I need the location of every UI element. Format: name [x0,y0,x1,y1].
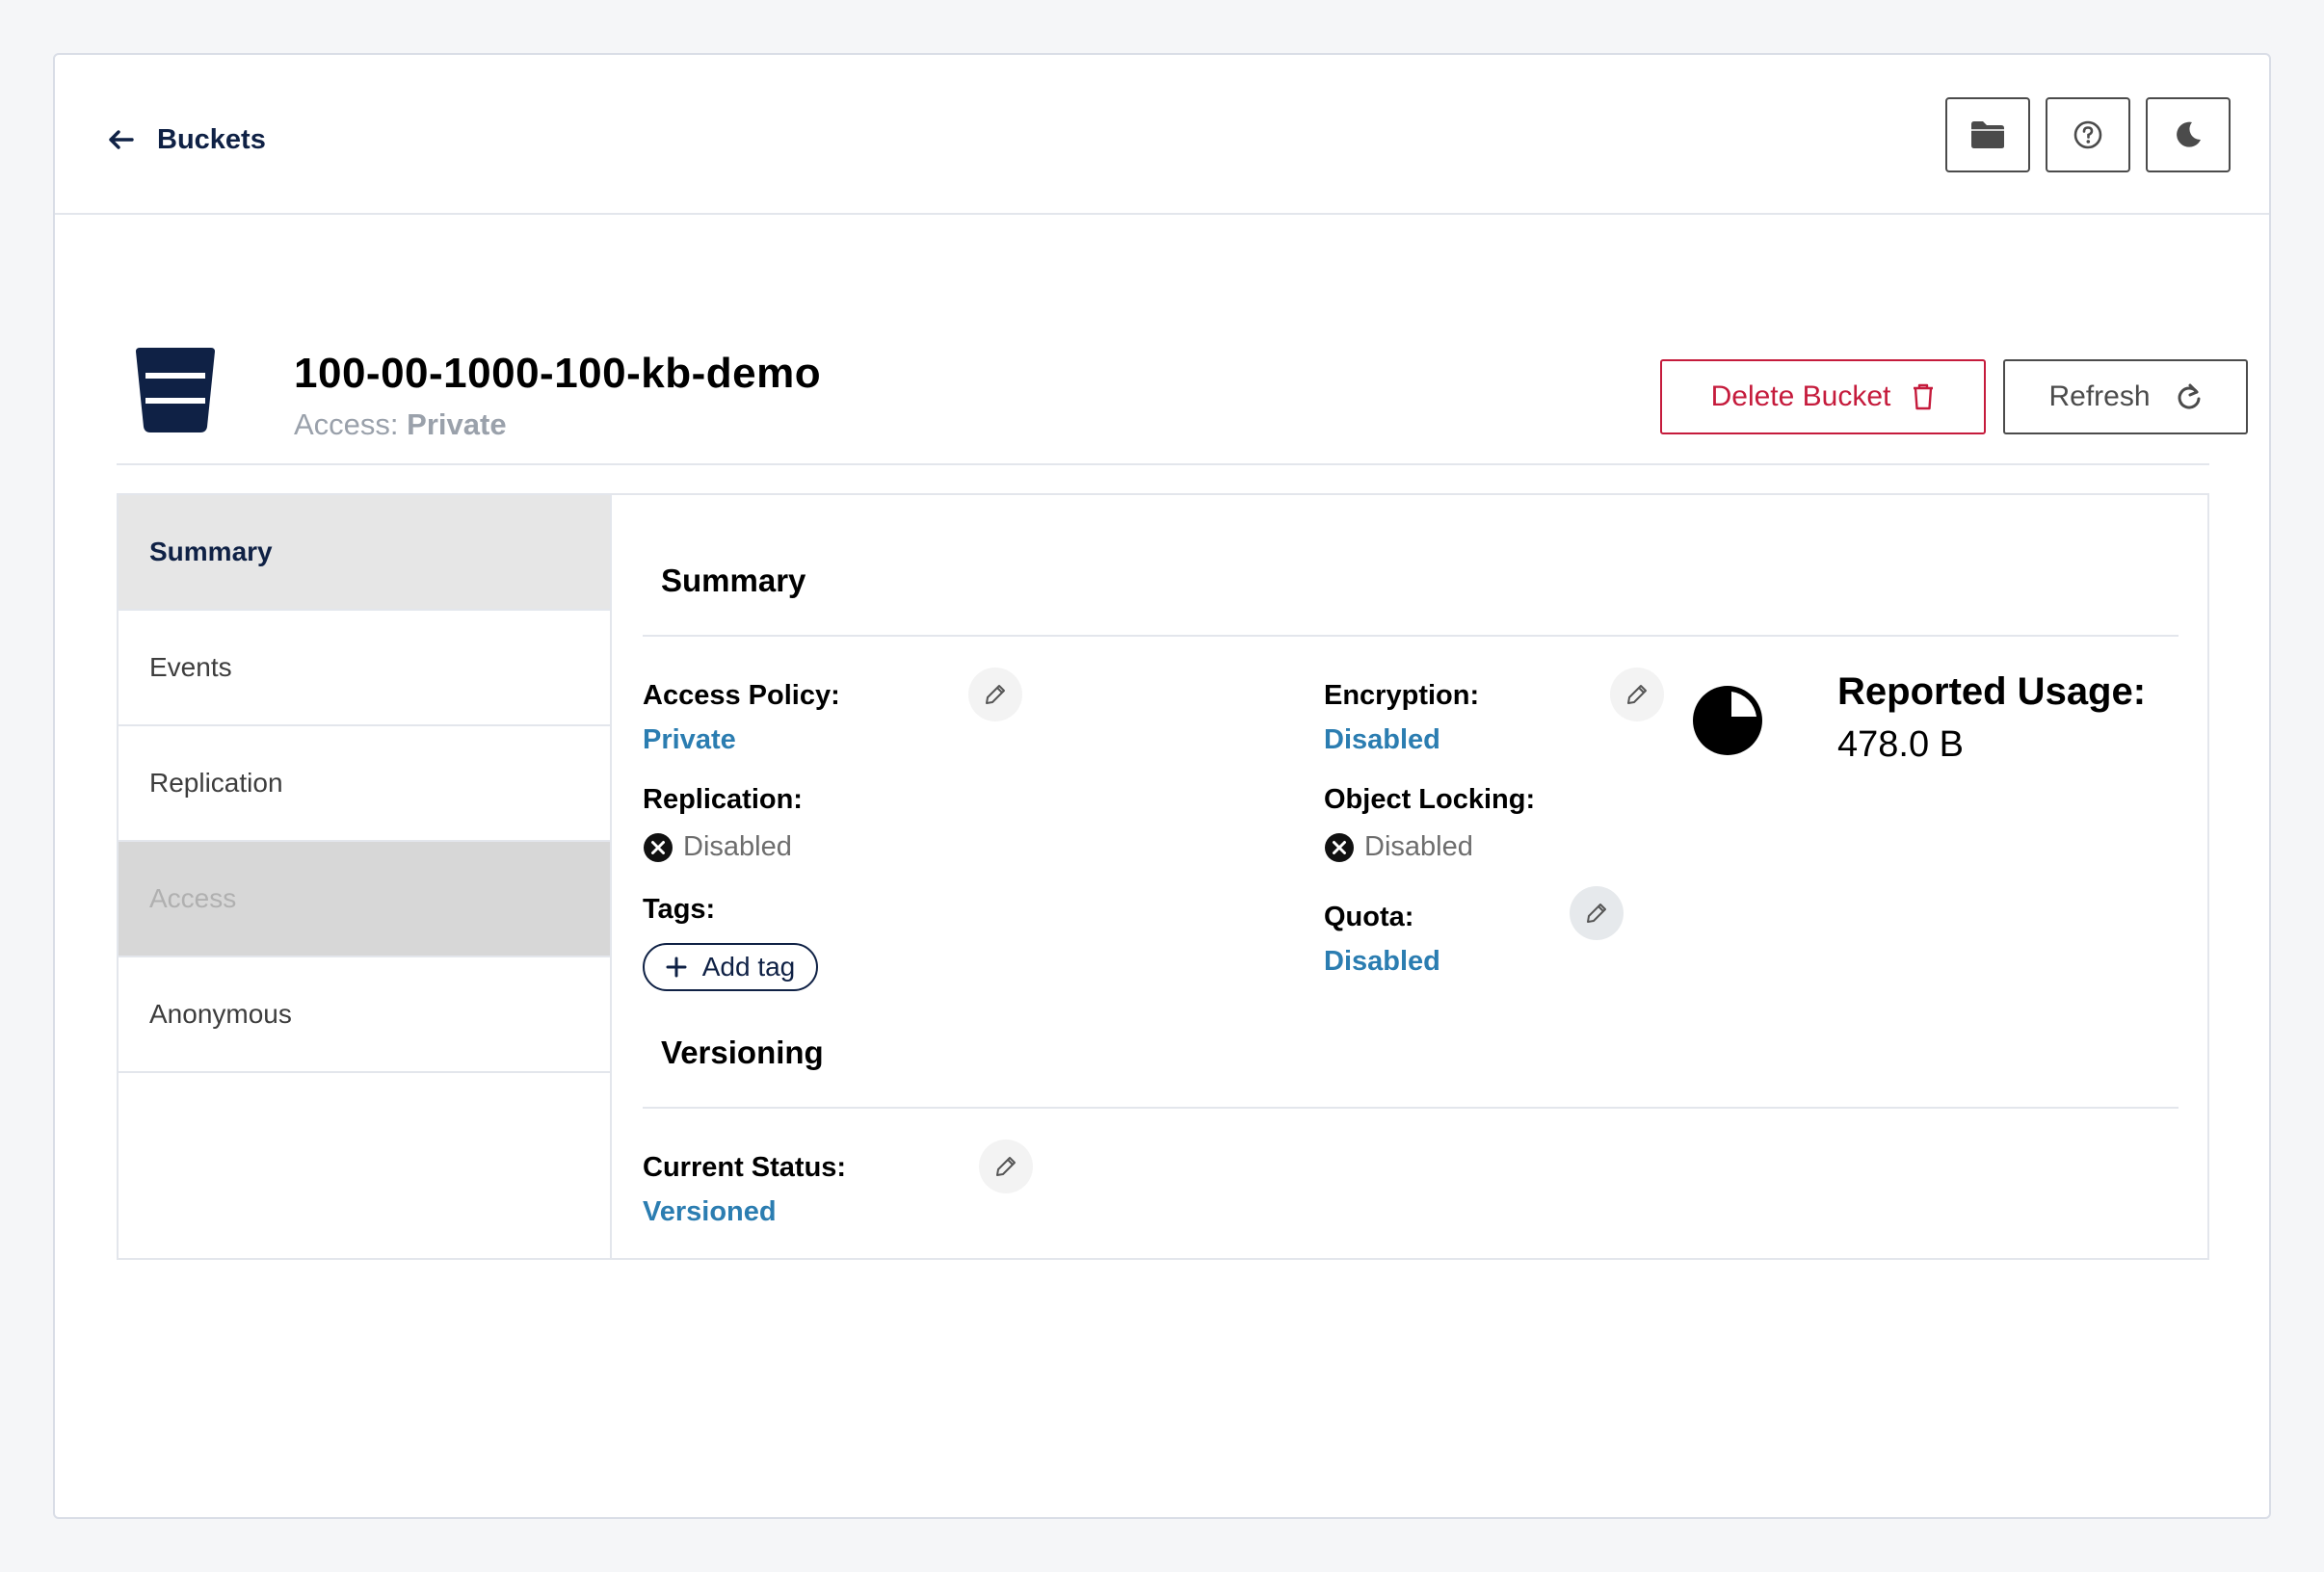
versioning-title: Versioning [661,1035,824,1070]
usage-pie-icon [1693,686,1762,755]
delete-bucket-label: Delete Bucket [1710,380,1891,412]
reported-usage-value: 478.0 B [1837,724,1964,765]
replication-status: Disabled [643,831,792,863]
arrow-left-icon [109,130,134,149]
help-button[interactable] [2046,97,2130,172]
back-to-buckets-link[interactable]: Buckets [109,118,266,161]
trash-icon [1914,383,1934,410]
bucket-details-card: Buckets 100-00-1000-100-kb-demo Access: … [53,53,2271,1519]
bucket-header: 100-00-1000-100-kb-demo Access: Private … [117,286,2248,465]
summary-divider [643,635,2179,637]
access-prefix: Access: [294,407,399,441]
refresh-label: Refresh [2048,380,2151,412]
versioning-divider [643,1107,2179,1109]
pencil-icon [1587,904,1606,923]
sidebar-item-summary[interactable]: Summary [119,495,610,611]
back-label: Buckets [157,123,266,155]
sidebar-item-anonymous[interactable]: Anonymous [119,957,610,1073]
bucket-icon [136,348,215,432]
summary-content: Summary Access Policy: Private Replicati… [612,495,2207,1258]
reported-usage-label: Reported Usage: [1837,670,2147,713]
current-status-label: Current Status: [643,1152,847,1183]
quota-value[interactable]: Disabled [1324,946,1440,978]
replication-label: Replication: [643,784,803,815]
tags-label: Tags: [643,894,716,925]
encryption-label: Encryption: [1324,680,1480,711]
replication-value: Disabled [683,831,792,862]
object-locking-status: Disabled [1324,831,1473,863]
add-tag-button[interactable]: Add tag [643,943,818,991]
edit-access-policy-button[interactable] [968,668,1022,721]
sidebar-item-replication[interactable]: Replication [119,726,610,842]
top-bar: Buckets [55,55,2269,215]
object-browser-button[interactable] [1945,97,2030,172]
quota-label: Quota: [1324,902,1414,932]
edit-versioning-button[interactable] [979,1140,1033,1193]
access-policy-value[interactable]: Private [643,724,736,756]
encryption-value[interactable]: Disabled [1324,724,1440,756]
sidebar-item-events[interactable]: Events [119,611,610,726]
edit-quota-button[interactable] [1570,886,1624,940]
folder-icon [1971,121,2004,148]
add-tag-label: Add tag [701,952,796,982]
object-locking-label: Object Locking: [1324,784,1536,815]
object-locking-value: Disabled [1364,831,1473,862]
current-status-value[interactable]: Versioned [643,1196,777,1228]
dark-mode-toggle[interactable] [2146,97,2231,172]
x-circle-icon [1325,832,1354,862]
sidebar-item-access: Access [119,842,610,957]
access-policy-label: Access Policy: [643,680,840,711]
pencil-icon [986,685,1005,704]
access-value: Private [407,407,507,441]
help-circle-icon [2073,120,2102,149]
top-icon-group [1945,97,2231,172]
bucket-detail-panel: Summary Events Replication Access Anonym… [117,493,2209,1260]
bucket-sidenav: Summary Events Replication Access Anonym… [119,495,612,1258]
edit-encryption-button[interactable] [1610,668,1664,721]
refresh-icon [2178,383,2201,409]
pencil-icon [996,1157,1016,1176]
plus-icon [666,956,687,978]
pencil-icon [1627,685,1647,704]
bucket-name: 100-00-1000-100-kb-demo [294,350,822,397]
bucket-access-line: Access: Private [294,407,507,442]
moon-icon [2177,121,2201,147]
delete-bucket-button[interactable]: Delete Bucket [1660,359,1986,434]
x-circle-icon [644,832,673,862]
summary-title: Summary [661,563,806,598]
refresh-button[interactable]: Refresh [2003,359,2248,434]
